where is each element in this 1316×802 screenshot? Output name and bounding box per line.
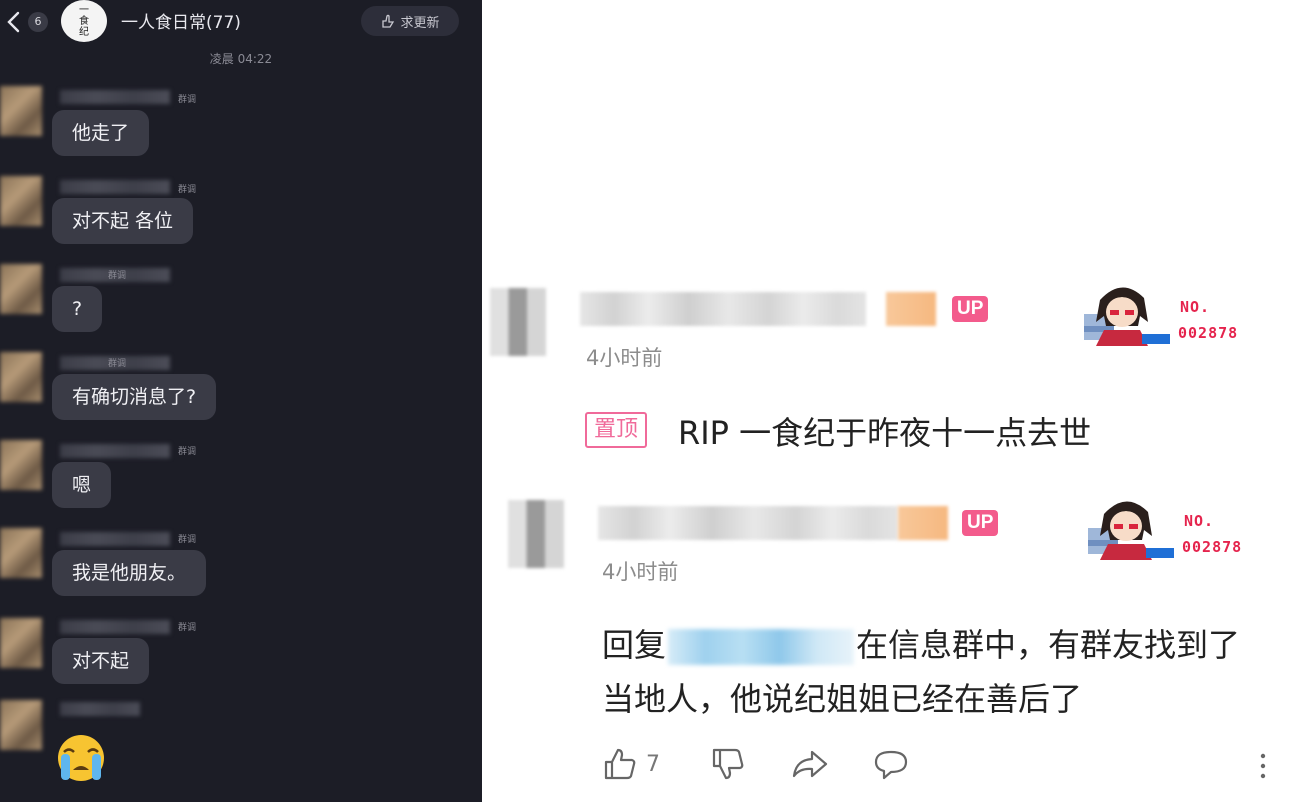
request-update-label: 求更新 [400,15,440,31]
chevron-left-icon[interactable] [4,10,24,34]
chat-message: 群调 我是他朋友。 [0,526,482,616]
message-bubble[interactable]: 我是他朋友。 [52,550,207,596]
avatar[interactable] [0,528,42,578]
fan-medal-card[interactable]: NO. 002878 [1086,494,1276,574]
chat-message: 群调 对不起 各位 [0,174,482,264]
member-role: 群调 [178,623,197,633]
level-badge-blurred [886,292,936,326]
comment-icon [874,750,908,780]
sender-name-blurred [60,180,170,194]
comment-section: UP 4小时前 NO. 002878 置顶 RIP 一食纪于昨夜十一点去世 UP… [482,0,1316,802]
chat-timestamp: 凌晨 04:22 [209,52,273,66]
avatar[interactable] [0,352,42,402]
fan-number: 002878 [1182,538,1243,556]
avatar[interactable] [0,618,42,668]
reply-target-blurred[interactable] [668,629,855,665]
up-badge: UP [962,510,999,536]
reply-prefix: 回复 [602,626,667,664]
group-avatar-char: 一 [79,4,89,16]
comment-time: 4小时前 [602,560,679,584]
fan-number: 002878 [1178,324,1239,342]
sender-name-blurred [60,702,140,716]
fan-no-label: NO. [1180,298,1211,316]
more-button[interactable] [1258,746,1268,782]
share-button[interactable] [790,746,830,782]
avatar[interactable] [0,440,42,490]
unread-count-badge: 6 [28,12,48,32]
like-count: 7 [646,751,660,777]
member-role: 群调 [108,271,127,281]
chat-message: 群调 嗯 [0,438,482,528]
comment-text: RIP 一食纪于昨夜十一点去世 [678,414,1092,452]
comment-button[interactable] [872,746,910,782]
request-update-button[interactable]: 求更新 [361,6,459,36]
member-role: 群调 [178,95,197,105]
group-avatar-char: 食 [79,15,89,27]
crying-emoji-icon[interactable] [52,732,110,782]
thumbs-down-icon [712,748,744,780]
sender-name-blurred [60,620,170,634]
avatar[interactable] [0,86,42,136]
hand-icon [382,14,395,28]
sender-name-blurred [60,444,170,458]
member-role: 群调 [178,447,197,457]
pinned-label: 置顶 [585,412,648,448]
message-bubble[interactable]: 有确切消息了? [52,374,217,420]
comment-text-line: 当地人，他说纪姐姐已经在善后了 [602,680,1083,718]
chat-message: 群调 有确切消息了? [0,350,482,440]
like-button[interactable]: 7 [602,746,660,782]
message-bubble[interactable]: 对不起 各位 [52,198,194,244]
up-badge: UP [952,296,989,322]
message-bubble[interactable]: 对不起 [52,638,150,684]
anime-avatar-icon [1084,287,1170,346]
avatar[interactable] [508,500,564,568]
chat-message: 群调 对不起 [0,614,482,704]
comment-action-bar: 7 [482,742,1316,792]
thumbs-up-icon [604,748,636,780]
comment-time: 4小时前 [586,346,663,370]
group-avatar-char: 纪 [79,26,89,38]
member-role: 群调 [178,185,197,195]
avatar[interactable] [490,288,546,356]
fan-medal-card[interactable]: NO. 002878 [1082,280,1272,360]
group-title: 一人食日常(77) [121,13,241,33]
sender-name-blurred [60,532,170,546]
member-role: 群调 [108,359,127,369]
chat-message: 群调 他走了 [0,84,482,174]
username-blurred[interactable] [598,506,898,540]
message-bubble[interactable]: 嗯 [52,462,112,508]
group-chat-panel: 6 一 食 纪 一人食日常(77) 求更新 凌晨 04:22 群调 他走了 群调… [0,0,482,802]
more-icon [1260,753,1266,779]
avatar[interactable] [0,264,42,314]
avatar[interactable] [0,700,42,750]
username-blurred[interactable] [580,292,866,326]
message-bubble[interactable]: ? [52,286,103,332]
avatar[interactable] [0,176,42,226]
fan-no-label: NO. [1184,512,1215,530]
dislike-button[interactable] [710,746,746,782]
share-icon [792,750,828,778]
member-role: 群调 [178,535,197,545]
reply-text-part: 在信息群中，有群友找到了 [856,626,1241,664]
sender-name-blurred [60,90,170,104]
level-badge-blurred [898,506,948,540]
message-bubble[interactable]: 他走了 [52,110,150,156]
chat-message: 群调 ? [0,262,482,352]
anime-avatar-icon [1088,501,1174,560]
group-avatar[interactable]: 一 食 纪 [61,0,107,42]
comment-text-line: 回复 在信息群中，有群友找到了 [602,620,1240,666]
